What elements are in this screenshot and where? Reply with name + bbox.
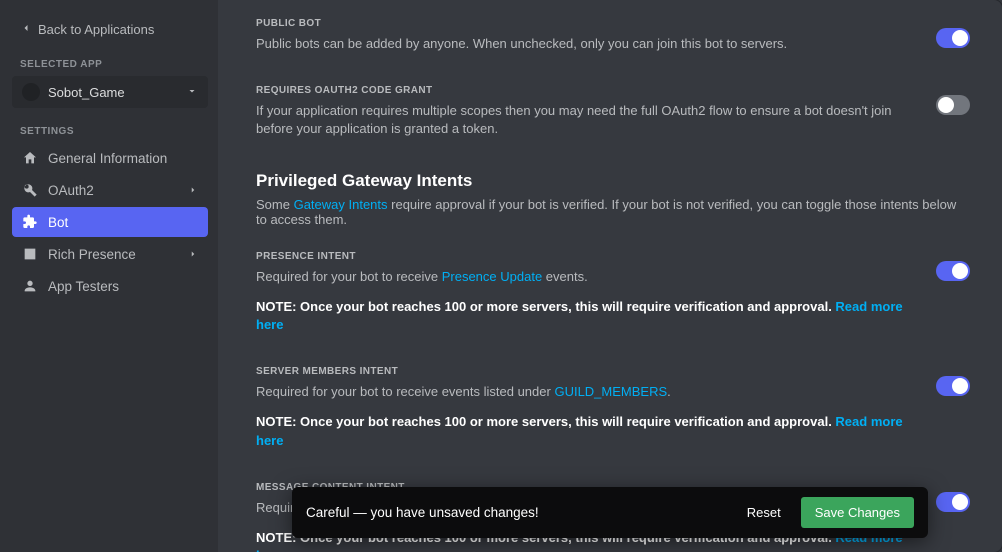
server-members-intent-block: SERVER MEMBERS INTENT Required for your … [256,366,970,450]
back-to-applications-link[interactable]: Back to Applications [12,18,208,41]
reset-button[interactable]: Reset [735,499,793,526]
server-members-intent-note: NOTE: Once your bot reaches 100 or more … [256,413,912,449]
guild-members-link[interactable]: GUILD_MEMBERS [554,384,667,399]
oauth2-grant-toggle[interactable] [936,95,970,115]
puzzle-icon [22,214,38,230]
presence-intent-note: NOTE: Once your bot reaches 100 or more … [256,298,912,334]
sidebar-item-label: OAuth2 [48,183,178,198]
back-label: Back to Applications [38,22,154,37]
sidebar-item-label: Bot [48,215,198,230]
public-bot-desc: Public bots can be added by anyone. When… [256,35,912,53]
main-content: PUBLIC BOT Public bots can be added by a… [218,0,1002,552]
chevron-down-icon [186,85,198,100]
chevron-right-icon [188,247,198,262]
sidebar-item-general-information[interactable]: General Information [12,143,208,173]
presence-intent-toggle[interactable] [936,261,970,281]
save-changes-button[interactable]: Save Changes [801,497,914,528]
sidebar-item-rich-presence[interactable]: Rich Presence [12,239,208,269]
sidebar-item-bot[interactable]: Bot [12,207,208,237]
app-avatar-icon [22,83,40,101]
presence-update-link[interactable]: Presence Update [442,269,542,284]
wrench-icon [22,182,38,198]
presence-intent-block: PRESENCE INTENT Required for your bot to… [256,251,970,335]
oauth2-grant-label: REQUIRES OAUTH2 CODE GRANT [256,85,912,96]
gateway-intents-link[interactable]: Gateway Intents [294,197,388,212]
chevron-right-icon [188,183,198,198]
oauth2-grant-block: REQUIRES OAUTH2 CODE GRANT If your appli… [256,85,970,138]
document-icon [22,246,38,262]
public-bot-label: PUBLIC BOT [256,18,912,29]
oauth2-grant-desc: If your application requires multiple sc… [256,102,912,138]
server-members-intent-desc: Required for your bot to receive events … [256,383,912,401]
selected-app-dropdown[interactable]: Sobot_Game [12,76,208,108]
sidebar-item-label: Rich Presence [48,247,178,262]
unsaved-message: Careful — you have unsaved changes! [306,505,735,520]
presence-intent-desc: Required for your bot to receive Presenc… [256,268,912,286]
app-name: Sobot_Game [48,85,178,100]
intents-subtitle: Some Gateway Intents require approval if… [256,197,970,227]
public-bot-toggle[interactable] [936,28,970,48]
unsaved-changes-bar: Careful — you have unsaved changes! Rese… [292,487,928,538]
sidebar-item-app-testers[interactable]: App Testers [12,271,208,301]
sidebar-item-label: App Testers [48,279,198,294]
sidebar-item-oauth2[interactable]: OAuth2 [12,175,208,205]
server-members-intent-label: SERVER MEMBERS INTENT [256,366,912,377]
public-bot-block: PUBLIC BOT Public bots can be added by a… [256,18,970,53]
settings-nav: General Information OAuth2 Bot Rich Pres… [12,143,208,301]
sidebar: Back to Applications SELECTED APP Sobot_… [0,0,218,552]
arrow-left-icon [20,22,32,37]
intents-title: Privileged Gateway Intents [256,171,970,191]
message-content-intent-toggle[interactable] [936,492,970,512]
settings-label: SETTINGS [12,126,208,137]
presence-intent-label: PRESENCE INTENT [256,251,912,262]
person-icon [22,278,38,294]
server-members-intent-toggle[interactable] [936,376,970,396]
selected-app-label: SELECTED APP [12,59,208,70]
sidebar-item-label: General Information [48,151,198,166]
home-icon [22,150,38,166]
